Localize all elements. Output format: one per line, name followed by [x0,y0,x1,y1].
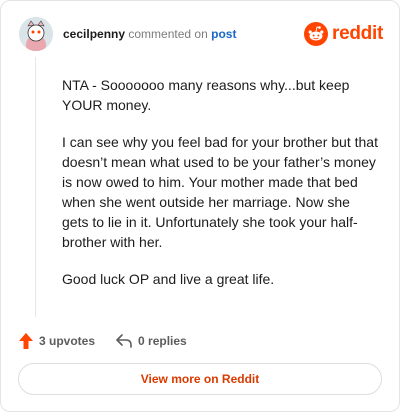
reddit-wordmark: reddit [332,23,383,44]
thread-line [35,57,36,317]
reply-count: 0 replies [138,334,187,348]
reply-button[interactable]: 0 replies [115,333,187,349]
reddit-logo-icon [304,22,329,46]
upvote-count: 3 upvotes [39,334,96,348]
avatar-illustration-icon [19,17,53,51]
user-avatar[interactable] [19,17,53,51]
post-link[interactable]: post [211,27,236,41]
username-link[interactable]: cecilpenny [63,27,125,41]
view-more-on-reddit-button[interactable]: View more on Reddit [18,363,382,395]
comment-paragraph: NTA - Sooooooo many reasons why...but ke… [62,77,350,113]
comment-body: NTA - Sooooooo many reasons why...but ke… [62,75,378,306]
comment-header: cecilpenny commented on post reddit [19,15,383,53]
comment-paragraph: Good luck OP and live a great life. [62,271,275,287]
reddit-comment-embed-card: cecilpenny commented on post reddit NTA … [0,0,400,412]
comment-actions: 3 upvotes 0 replies [18,331,187,351]
upvote-button[interactable]: 3 upvotes [18,332,95,350]
commented-on-text: commented on [128,27,208,41]
reply-arrow-icon [116,334,132,348]
comment-paragraph: I can see why you feel bad for your brot… [62,134,378,250]
upvote-arrow-icon [19,333,33,349]
comment-meta: cecilpenny commented on post [63,27,236,41]
reddit-brand[interactable]: reddit [304,22,383,46]
